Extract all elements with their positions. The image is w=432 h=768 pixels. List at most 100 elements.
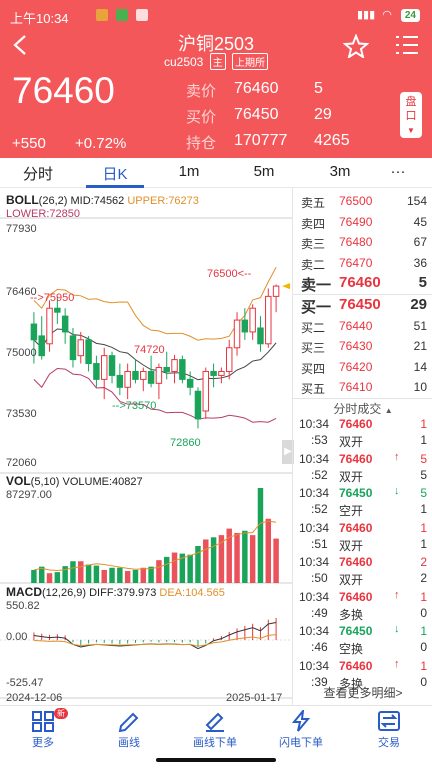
order-book-toggle-label: 盘口 [405,96,417,122]
bid-level[interactable]: 买四 76420 14 [293,357,432,377]
volume-bar [234,532,240,583]
trade-type: 空开 [339,504,364,518]
bid-level[interactable]: 买一 76450 29 [293,295,432,316]
macd-header[interactable]: MACD(12,26,9) DIFF:379.973 DEA:104.565 [6,585,225,599]
caret-up-icon: ▲ [384,406,393,415]
candle-body [155,367,163,384]
open-interest-change: 4265 [314,132,350,149]
macd-axis-top: 550.82 [6,600,40,612]
tab-5m[interactable]: 5m [234,163,294,180]
level-price: 76440 [339,318,373,333]
order-book-panel: 卖五 76500 154 卖四 76490 45 卖三 76480 67 卖二 76470 36 卖一 7… [292,188,432,705]
trade-price: 76460 [339,417,373,431]
wifi-icon: ◠ [382,9,392,21]
menu-button[interactable] [394,34,420,63]
macd-params: (12,26,9) [42,587,87,599]
ask-level[interactable]: 卖一 76460 5 [293,273,432,294]
bid-volume: 29 [314,106,332,123]
candle-body [186,378,194,388]
bid-level[interactable]: 买三 76430 21 [293,336,432,356]
exchange-tag: 上期所 [232,53,269,70]
trade-time: 10:34 [299,520,330,535]
boll-upper: UPPER:76273 [127,195,199,207]
volume-bar [101,569,107,583]
grid-icon [32,711,54,732]
trade-button[interactable]: 交易 [346,710,432,750]
volume-bar [187,554,193,583]
candle-body [272,285,280,297]
level-price: 76480 [339,235,373,249]
bid-level[interactable]: 买二 76440 51 [293,316,432,336]
trade-volume: 1 [420,624,427,638]
trade-seconds: :46 [311,640,328,654]
boll-header[interactable]: BOLL(26,2) MID:74562 UPPER:76273 [6,193,199,207]
volume-bar [171,552,178,583]
boll-name: BOLL [6,193,39,207]
trade-time: 10:34 [299,451,330,466]
trade-seconds: :49 [311,605,328,620]
vol-axis-top: 87297.00 [6,489,52,501]
candle-body [249,307,256,333]
more-button[interactable]: 新 更多 [0,708,86,750]
boll-axis-top: 77930 [6,223,37,235]
vol-header[interactable]: VOL(5,10) VOLUME:40827 [6,474,143,488]
annotation-low: 72860 [170,437,201,449]
ask-level[interactable]: 卖五 76500 154 [293,191,432,211]
message-icon [136,9,148,21]
ask-level[interactable]: 卖四 76490 45 [293,212,432,232]
trade-direction-icon: ↓ [394,485,400,497]
draw-line-order-button[interactable]: 画线下单 [172,710,258,750]
trade-direction-icon: ↓ [394,623,400,635]
volume-bar [257,488,264,583]
open-interest-label: 持仓 [186,135,217,152]
trade-oi-change: 2 [420,571,427,585]
trade-oi-change: 1 [420,502,427,516]
view-more-link[interactable]: 查看更多明细> [293,684,432,701]
volume-bar [124,571,131,583]
ask-level[interactable]: 卖三 76480 67 [293,232,432,252]
tab-3m[interactable]: 3m [310,163,370,180]
favorite-button[interactable] [342,33,370,65]
level-volume: 21 [413,339,427,353]
draw-line-button[interactable]: 画线 [86,710,172,750]
level-price: 76420 [339,359,373,374]
level-label: 卖四 [301,216,326,231]
more-label: 更多 [32,737,54,749]
trade-oi-change: 0 [420,640,427,654]
trade-oi-change: 1 [420,433,427,447]
trade-type: 空换 [339,642,364,656]
exchange-icon [378,711,400,731]
tab-1m[interactable]: 1m [159,163,219,180]
volume-bar [109,567,115,583]
trade-volume: 2 [420,555,427,569]
trade-volume: 5 [420,451,427,466]
order-book-toggle[interactable]: 盘口 ▼ [400,92,422,138]
trade-seconds: :52 [311,467,328,482]
trade-volume: 1 [420,520,427,535]
macd-name: MACD [6,585,42,599]
bid-level[interactable]: 买五 76410 10 [293,377,432,397]
candle-body [210,370,217,376]
candle-body [38,335,45,357]
trade-type: 双开 [339,573,364,587]
main-contract-tag: 主 [209,53,226,70]
volume-bar [46,573,53,583]
candle-body [241,319,249,333]
level-price: 76500 [339,194,373,208]
trade-volume: 1 [420,589,427,604]
tab-daily-k[interactable]: 日K [85,163,145,184]
trade-direction-icon: ↑ [394,450,400,463]
tab-more[interactable]: ··· [368,163,428,180]
ask-level[interactable]: 卖二 76470 36 [293,253,432,273]
volume-bar [132,569,139,583]
tab-timeshare[interactable]: 分时 [8,163,68,184]
flash-order-button[interactable]: 闪电下单 [258,710,344,750]
trade-direction-icon: ↑ [394,588,400,601]
trade-price: 76460 [339,589,373,604]
period-tabs: 分时 日K 1m 5m 3m ··· [0,158,432,188]
last-price: 76460 [12,70,115,111]
candle-body [265,295,272,345]
trade-time: 10:34 [299,624,330,638]
kline-chart[interactable] [0,188,292,705]
volume-bar [117,567,123,583]
